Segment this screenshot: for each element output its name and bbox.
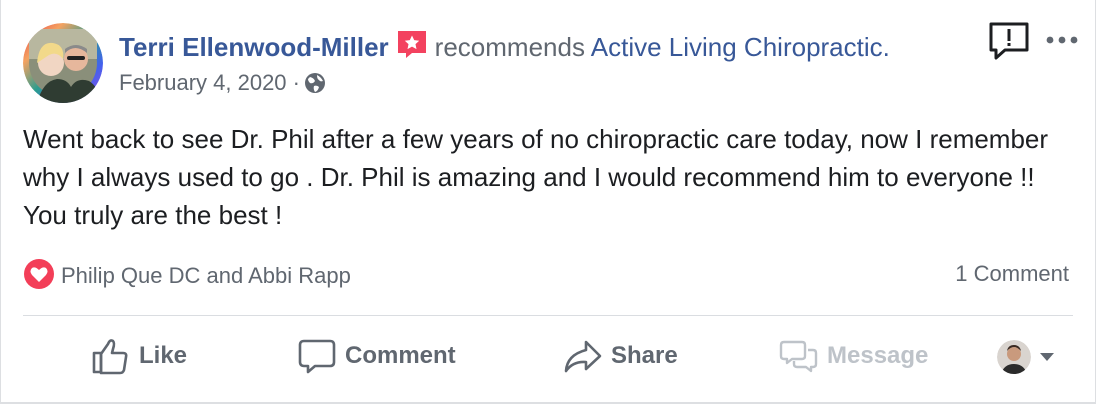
post-header: Terri Ellenwood-Miller recommends Active… [119, 28, 890, 64]
author-name[interactable]: Terri Ellenwood-Miller [119, 32, 389, 62]
share-button[interactable]: Share [563, 336, 678, 376]
recommends-text: recommends [434, 32, 585, 62]
comments-count[interactable]: 1 Comment [955, 258, 1069, 290]
globe-icon[interactable] [304, 72, 326, 94]
like-label: Like [139, 342, 188, 369]
comment-bubble-icon [298, 339, 336, 374]
acting-profile-avatar [997, 340, 1031, 374]
message-button[interactable]: Message [779, 336, 928, 376]
chevron-down-icon [1040, 353, 1054, 361]
recommended-page-link[interactable]: Active Living Chiropractic. [591, 32, 890, 62]
post-date[interactable]: February 4, 2020 [119, 70, 287, 95]
comment-button[interactable]: Comment [297, 336, 456, 376]
share-arrow-icon [564, 340, 602, 373]
post-body-text: Went back to see Dr. Phil after a few ye… [23, 124, 1049, 230]
thumbs-up-icon [92, 339, 128, 375]
message-label: Message [827, 342, 929, 369]
love-reaction-icon [24, 259, 54, 289]
review-post-card: Terri Ellenwood-Miller recommends Active… [0, 0, 1096, 404]
post-meta: February 4, 2020 · [119, 68, 326, 98]
like-button[interactable]: Like [91, 336, 187, 376]
comment-label: Comment [345, 342, 456, 369]
author-avatar[interactable] [23, 23, 103, 103]
acting-profile-selector[interactable] [997, 340, 1055, 374]
message-bubbles-icon [779, 340, 818, 373]
reactors-names: Philip Que DC and Abbi Rapp [61, 263, 351, 288]
recommendation-star-icon [397, 31, 426, 58]
report-speech-bubble-icon[interactable] [987, 20, 1031, 62]
author-avatar-image [23, 23, 103, 103]
acting-profile-avatar-image [997, 340, 1031, 374]
more-options-icon[interactable] [1045, 30, 1079, 50]
reactions-summary[interactable]: Philip Que DC and Abbi Rapp [23, 258, 351, 290]
actions-divider [23, 315, 1073, 316]
meta-separator: · [292, 70, 300, 95]
share-label: Share [611, 342, 678, 369]
